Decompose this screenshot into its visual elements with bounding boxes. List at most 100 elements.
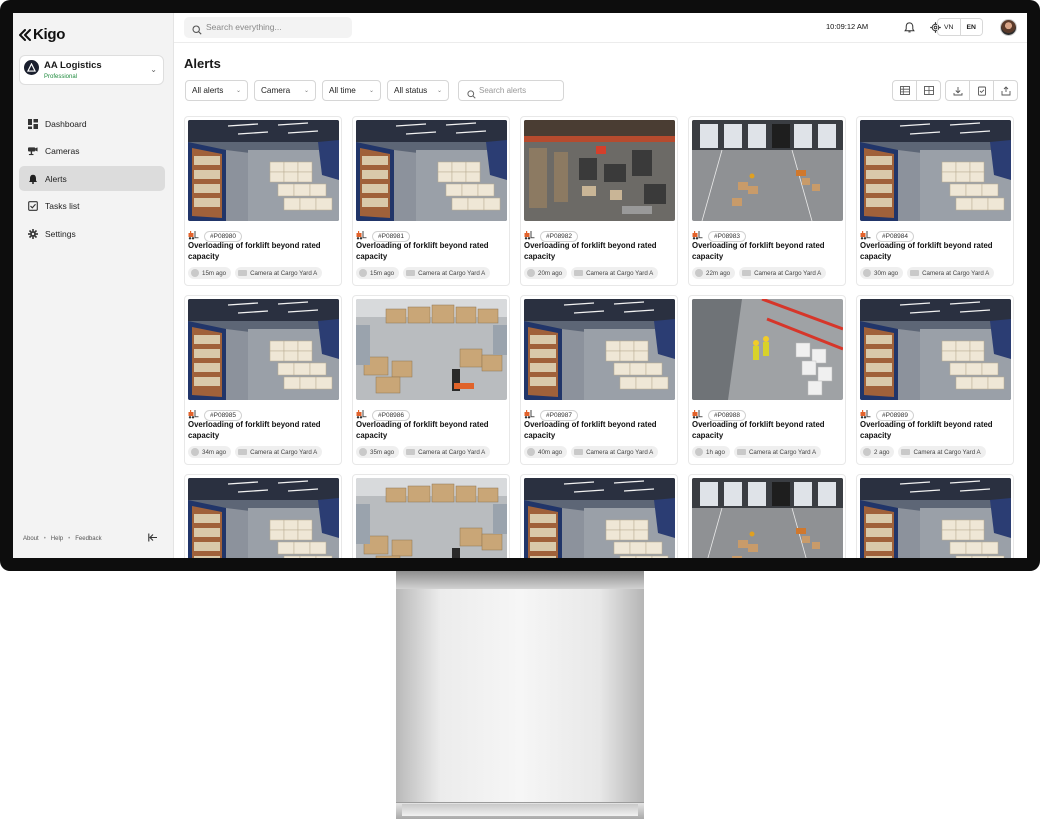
alert-id-badge: #P08987 — [540, 409, 579, 421]
camera-icon — [406, 449, 416, 455]
source-filter[interactable]: Camera ⌄ — [254, 80, 316, 101]
user-avatar[interactable] — [1000, 19, 1017, 36]
alert-card[interactable]: #P08981 Overloading of forklift beyond r… — [352, 116, 510, 286]
alert-card[interactable] — [856, 474, 1014, 558]
sidebar: Kigo AA Logistics Professional ⌄ Dashboa… — [13, 13, 174, 558]
camera-icon — [28, 146, 38, 156]
camera-icon — [238, 270, 248, 276]
alert-card[interactable] — [688, 474, 846, 558]
alert-camera: Camera at Cargo Yard A — [250, 269, 318, 277]
alert-camera-tag: Camera at Cargo Yard A — [235, 446, 323, 458]
notifications-bell-icon[interactable] — [902, 20, 916, 34]
download-icon[interactable] — [946, 81, 969, 100]
filter-bar: All alerts ⌄ Camera ⌄ All time ⌄ All sta… — [185, 80, 449, 101]
alert-thumbnail — [692, 299, 843, 400]
alerts-search[interactable] — [458, 80, 564, 101]
alert-card[interactable]: #P08985 Overloading of forklift beyond r… — [184, 295, 342, 465]
alert-camera: Camera at Cargo Yard A — [922, 269, 990, 277]
lang-vn-button[interactable]: VN — [938, 19, 960, 35]
alert-camera-tag: Camera at Cargo Yard A — [403, 446, 491, 458]
bell-icon — [28, 174, 38, 184]
alerts-grid: #P08980 Overloading of forklift beyond r… — [184, 116, 1017, 558]
org-avatar — [24, 60, 39, 75]
alert-camera-tag: Camera at Cargo Yard A — [898, 446, 986, 458]
sidebar-item-dashboard[interactable]: Dashboard — [19, 111, 165, 136]
alert-time: 20m ago — [538, 269, 563, 277]
alert-time-tag: 15m ago — [188, 267, 232, 279]
list-view-icon[interactable] — [893, 81, 916, 100]
alert-id-badge: #P08984 — [876, 230, 915, 242]
clock-icon — [191, 448, 199, 456]
alert-camera: Camera at Cargo Yard A — [418, 448, 486, 456]
alert-camera: Camera at Cargo Yard A — [748, 448, 817, 456]
time-filter[interactable]: All time ⌄ — [322, 80, 381, 101]
org-plan: Professional — [44, 74, 78, 80]
alert-card[interactable]: #P08982 Overloading of forklift beyond r… — [520, 116, 678, 286]
camera-icon — [901, 449, 911, 455]
alert-id-badge: #P08988 — [708, 409, 747, 421]
alerts-search-input[interactable] — [479, 84, 559, 97]
alert-tags: 22m ago Camera at Cargo Yard A — [692, 267, 827, 279]
clock-icon — [359, 448, 367, 456]
camera-icon — [736, 449, 746, 455]
status-filter-value: All status — [394, 86, 428, 95]
alert-time: 35m ago — [370, 448, 395, 456]
alert-card[interactable]: #P08986 Overloading of forklift beyond r… — [352, 295, 510, 465]
clock: 10:09:12 AM — [826, 22, 869, 31]
sidebar-item-cameras[interactable]: Cameras — [19, 139, 165, 164]
alert-time-tag: 1h ago — [692, 446, 730, 458]
report-icon[interactable] — [969, 81, 993, 100]
grid-view-icon[interactable] — [916, 81, 940, 100]
alert-camera-tag: Camera at Cargo Yard A — [235, 267, 323, 279]
app-logo[interactable]: Kigo — [19, 26, 65, 43]
dashboard-icon — [28, 118, 38, 129]
alert-tags: 1h ago Camera at Cargo Yard A — [692, 446, 822, 458]
status-filter[interactable]: All status ⌄ — [387, 80, 449, 101]
camera-icon — [406, 270, 416, 276]
alert-thumbnail — [188, 299, 339, 400]
alert-id-badge: #P08982 — [540, 230, 579, 242]
alert-title: Overloading of forklift beyond rated cap… — [692, 420, 825, 440]
sidebar-item-settings[interactable]: Settings — [19, 221, 165, 246]
search-icon — [192, 22, 202, 40]
alert-card[interactable]: #P08987 Overloading of forklift beyond r… — [520, 295, 678, 465]
clock-icon — [863, 448, 871, 456]
alert-card[interactable]: #P08984 Overloading of forklift beyond r… — [856, 116, 1014, 286]
about-link[interactable]: About — [23, 536, 39, 542]
sidebar-footer: About • Help • Feedback — [23, 536, 102, 542]
alert-thumbnail — [860, 120, 1011, 221]
alert-card[interactable]: #P08989 Overloading of forklift beyond r… — [856, 295, 1014, 465]
help-link[interactable]: Help — [51, 536, 63, 542]
lang-en-button[interactable]: EN — [959, 19, 982, 35]
alert-time-tag: 15m ago — [356, 267, 400, 279]
global-search[interactable] — [184, 17, 352, 38]
page-title: Alerts — [184, 56, 221, 71]
alert-camera-tag: Camera at Cargo Yard A — [733, 446, 822, 458]
alert-thumbnail — [692, 120, 843, 221]
chevron-down-icon: ⌄ — [235, 88, 241, 94]
alert-camera: Camera at Cargo Yard A — [913, 448, 981, 456]
alert-tags: 15m ago Camera at Cargo Yard A — [188, 267, 323, 279]
alert-card[interactable]: #P08980 Overloading of forklift beyond r… — [184, 116, 342, 286]
alert-card[interactable] — [184, 474, 342, 558]
alert-id-badge: #P08980 — [204, 230, 243, 242]
share-icon[interactable] — [993, 81, 1017, 100]
alert-type-filter[interactable]: All alerts ⌄ — [185, 80, 248, 101]
sidebar-item-tasks[interactable]: Tasks list — [19, 194, 165, 219]
screen: Kigo AA Logistics Professional ⌄ Dashboa… — [13, 13, 1027, 558]
global-search-input[interactable] — [206, 20, 346, 34]
alert-card[interactable] — [352, 474, 510, 558]
topbar: 10:09:12 AM VN EN — [174, 13, 1027, 43]
sidebar-item-label: Tasks list — [45, 201, 80, 211]
collapse-sidebar-icon[interactable] — [148, 533, 158, 545]
org-switcher[interactable]: AA Logistics Professional ⌄ — [19, 55, 164, 85]
alert-card[interactable] — [520, 474, 678, 558]
alert-camera: Camera at Cargo Yard A — [754, 269, 822, 277]
alert-id-badge: #P08983 — [708, 230, 747, 242]
chevron-down-icon: ⌄ — [303, 88, 309, 94]
alert-card[interactable]: #P08983 Overloading of forklift beyond r… — [688, 116, 846, 286]
sidebar-item-alerts[interactable]: Alerts — [19, 166, 165, 191]
app-logo-text: Kigo — [33, 26, 66, 43]
feedback-link[interactable]: Feedback — [75, 536, 101, 542]
alert-card[interactable]: #P08988 Overloading of forklift beyond r… — [688, 295, 846, 465]
